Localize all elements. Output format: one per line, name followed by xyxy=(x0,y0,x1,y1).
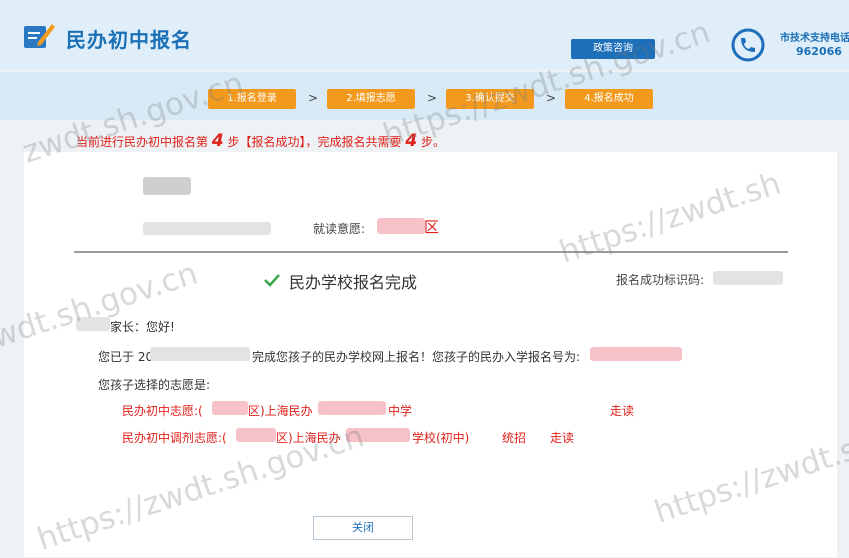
redacted-student-name xyxy=(143,177,191,195)
divider xyxy=(74,251,788,253)
redacted-registration-number xyxy=(590,347,682,361)
notice-middle: 步【报名成功】，完成报名共需要 xyxy=(227,135,402,149)
choice2-plan: 统招 xyxy=(502,431,527,445)
choice1-type: 走读 xyxy=(610,404,635,418)
redacted-choice1-school xyxy=(318,401,386,415)
policy-consult-button[interactable]: 政策咨询 xyxy=(571,39,655,59)
choice2-district: 区)上海民办 xyxy=(276,431,341,445)
choice1-school-suffix: 中学 xyxy=(388,404,413,418)
step-arrow: > xyxy=(546,91,557,105)
choice2-label: 民办初中调剂志愿:( xyxy=(122,431,227,445)
step-arrow: > xyxy=(427,91,438,105)
close-button[interactable]: 关闭 xyxy=(313,516,413,540)
form-pen-icon xyxy=(24,24,55,48)
redacted-success-code xyxy=(713,271,783,285)
completion-title: 民办学校报名完成 xyxy=(289,273,418,292)
redacted-student-id xyxy=(143,222,271,235)
success-code-label: 报名成功标识码: xyxy=(616,273,705,287)
app-title: 民办初中报名 xyxy=(66,28,192,52)
intent-label: 就读意愿: xyxy=(313,222,366,236)
step-fill-choices: 2.填报志愿 xyxy=(327,89,415,109)
step-progress-bar: 1.报名登录 > 2.填报志愿 > 3.确认提交 > 4.报名成功 xyxy=(0,72,849,120)
notice-total-steps: 4 xyxy=(405,131,418,151)
step-confirm-submit: 3.确认提交 xyxy=(446,89,534,109)
redacted-choice1-district xyxy=(212,401,248,415)
phone-support-icon xyxy=(731,28,765,62)
page-header: 民办初中报名 政策咨询 市技术支持电话 962066 xyxy=(0,0,849,70)
registration-sentence: 完成您孩子的民办学校网上报名！您孩子的民办入学报名号为: xyxy=(252,350,581,364)
greeting: 家长：您好! xyxy=(110,320,175,334)
redacted-choice2-school xyxy=(346,428,410,442)
redacted-district xyxy=(377,218,425,234)
redacted-choice2-district xyxy=(236,428,276,442)
redacted-registration-date xyxy=(150,347,250,361)
check-icon xyxy=(264,274,280,287)
step-success: 4.报名成功 xyxy=(565,89,653,109)
choice2-school-suffix: 学校(初中) xyxy=(412,431,470,445)
choice1-district: 区)上海民办 xyxy=(248,404,313,418)
redacted-parent-name xyxy=(76,317,110,331)
choice-intro: 您孩子选择的志愿是: xyxy=(98,378,211,392)
registration-date-prefix: 您已于 20 xyxy=(98,350,154,364)
intent-district: 区 xyxy=(424,218,440,236)
step-arrow: > xyxy=(308,91,319,105)
notice-prefix: 当前进行民办初中报名第 xyxy=(76,135,209,149)
notice-suffix: 步。 xyxy=(421,135,446,149)
progress-notice: 当前进行民办初中报名第 4 步【报名成功】，完成报名共需要 4 步。 xyxy=(76,131,445,151)
support-number: 962066 xyxy=(796,45,842,58)
step-login: 1.报名登录 xyxy=(208,89,296,109)
choice1-label: 民办初中志愿:( xyxy=(122,404,203,418)
choice2-type: 走读 xyxy=(550,431,575,445)
support-label: 市技术支持电话 xyxy=(780,33,849,44)
notice-current-step: 4 xyxy=(211,131,224,151)
